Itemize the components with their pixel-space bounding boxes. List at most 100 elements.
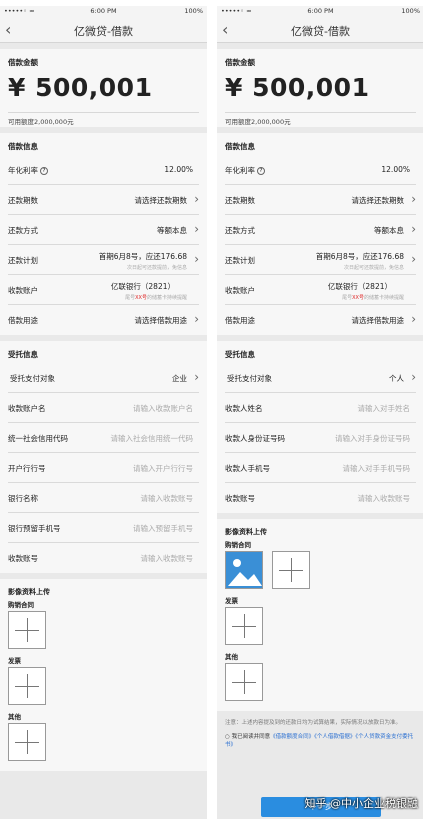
plan-label: 还款计划	[8, 256, 38, 265]
rate-label: 年化利率	[225, 166, 255, 175]
purpose-row[interactable]: 借款用途 请选择借款用途 ›	[8, 305, 199, 335]
term-row[interactable]: 还款期数 请选择还款期数 ›	[225, 185, 416, 215]
amount-title: 借款金额	[225, 58, 255, 67]
chevron-right-icon: ›	[194, 252, 199, 266]
rate-label: 年化利率	[8, 166, 38, 175]
upload-title: 影像资料上传	[225, 528, 267, 536]
loan-info-card: 借款信息 年化利率? 12.00% 还款期数 请选择还款期数 › 还款方式 等额…	[0, 133, 207, 335]
trustee-title: 受托信息	[225, 350, 255, 359]
trustee-target-row[interactable]: 受托支付对象 企业 ›	[8, 363, 199, 393]
page-title: 亿微贷-借款	[291, 25, 350, 38]
trustee-target-row[interactable]: 受托支付对象 个人 ›	[225, 363, 416, 393]
method-row[interactable]: 还款方式 等额本息 ›	[225, 215, 416, 245]
disclaimer-note: 注意：上述内容提及到的还款日均为试算结果，实际情况以放款日为准。	[225, 720, 402, 726]
form-row: 统一社会信用代码 请输入社会信用统一代码	[8, 423, 199, 453]
upload-invoice-button[interactable]	[8, 667, 46, 705]
agree-text: 我已阅读并同意	[231, 734, 271, 740]
plan-value: 首期6月8号，应还176.68	[315, 252, 404, 261]
upload-contract-label: 购销合同	[225, 541, 251, 549]
form-row: 收款人姓名 请输入对手姓名	[225, 393, 416, 423]
amount-card: 借款金额 ¥ 500,001 可用额度2,000,000元	[0, 49, 207, 127]
chevron-right-icon: ›	[411, 370, 416, 384]
text-input[interactable]: 请输入收款账号	[358, 493, 411, 504]
text-input[interactable]: 请输入对手手机号码	[343, 463, 411, 474]
text-input[interactable]: 请输入社会信用统一代码	[111, 433, 194, 444]
text-input[interactable]: 请输入收款账号	[141, 553, 194, 564]
field-label: 银行名称	[8, 494, 38, 503]
method-label: 还款方式	[225, 226, 255, 235]
plan-row[interactable]: 还款计划 首期6月8号，应还176.68 次日起可还款提前，免信息 ›	[225, 245, 416, 275]
agreement-row: ○ 我已阅读并同意《借款额度合同》《个人借款借据》《个人贷款资金支付委托书》	[217, 727, 423, 749]
chevron-right-icon: ›	[194, 312, 199, 326]
text-input[interactable]: 请输入收款账户名	[133, 403, 193, 414]
nav-bar: ‹ 亿微贷-借款	[217, 17, 423, 43]
upload-other-button[interactable]	[8, 723, 46, 761]
trustee-title: 受托信息	[8, 350, 38, 359]
account-value: 亿联银行（2821）	[110, 282, 175, 291]
term-label: 还款期数	[225, 196, 255, 205]
page-title: 亿微贷-借款	[74, 25, 133, 38]
rate-row: 年化利率? 12.00%	[225, 155, 416, 185]
purpose-value: 请选择借款用途	[351, 316, 405, 325]
field-label: 收款账户名	[8, 404, 46, 413]
trustee-target-value: 个人	[389, 374, 404, 383]
field-label: 银行预留手机号	[8, 524, 61, 533]
upload-card: 影像资料上传 购销合同 发票 其他	[0, 579, 207, 771]
text-input[interactable]: 请输入对手身份证号码	[335, 433, 410, 444]
method-row[interactable]: 还款方式 等额本息 ›	[8, 215, 199, 245]
loan-info-title: 借款信息	[8, 142, 38, 151]
upload-contract-label: 购销合同	[8, 601, 34, 609]
left-phone-screen: •••••◦ ≈ 6:00 PM 100% ‹ 亿微贷-借款 借款金额 ¥ 50…	[0, 6, 207, 819]
agree-checkbox[interactable]: ○	[225, 734, 230, 740]
method-label: 还款方式	[8, 226, 38, 235]
field-label: 收款人姓名	[225, 404, 263, 413]
field-label: 开户行行号	[8, 464, 46, 473]
battery-icon: 100%	[184, 7, 203, 15]
status-bar: •••••◦ ≈ 6:00 PM 100%	[217, 6, 423, 17]
available-limit: 可用额度2,000,000元	[8, 118, 74, 126]
chevron-right-icon: ›	[194, 370, 199, 384]
contract-link[interactable]: 《个人借款借据》	[314, 734, 355, 740]
status-time: 6:00 PM	[307, 7, 334, 15]
term-row[interactable]: 还款期数 请选择还款期数 ›	[8, 185, 199, 215]
purpose-label: 借款用途	[8, 316, 38, 325]
help-icon[interactable]: ?	[40, 167, 48, 175]
contract-link[interactable]: 《借款额度合同》	[270, 734, 314, 740]
upload-invoice-button[interactable]	[225, 607, 263, 645]
account-row: 收款账户 亿联银行（2821） 尾号XX号的储蓄卡持续提醒	[225, 275, 416, 305]
upload-other-button[interactable]	[225, 663, 263, 701]
method-value: 等额本息	[157, 226, 187, 235]
plan-label: 还款计划	[225, 256, 255, 265]
loan-amount-input[interactable]: ¥ 500,001	[8, 71, 199, 113]
field-label: 统一社会信用代码	[8, 434, 68, 443]
upload-contract-button[interactable]	[272, 551, 311, 589]
field-label: 收款账号	[225, 494, 255, 503]
chevron-right-icon: ›	[411, 252, 416, 266]
text-input[interactable]: 请输入预留手机号	[133, 523, 193, 534]
plan-row[interactable]: 还款计划 首期6月8号，应还176.68 次日起可还款提前，免信息 ›	[8, 245, 199, 275]
nav-bar: ‹ 亿微贷-借款	[0, 17, 207, 43]
field-label: 收款人身份证号码	[225, 434, 285, 443]
text-input[interactable]: 请输入对手姓名	[358, 403, 411, 414]
available-limit: 可用额度2,000,000元	[225, 118, 291, 126]
text-input[interactable]: 请输入开户行行号	[133, 463, 193, 474]
loan-info-title: 借款信息	[225, 142, 255, 151]
chevron-right-icon: ›	[194, 192, 199, 206]
rate-value: 12.00%	[381, 165, 410, 174]
right-phone-screen: •••••◦ ≈ 6:00 PM 100% ‹ 亿微贷-借款 借款金额 ¥ 50…	[217, 6, 423, 819]
form-row: 银行预留手机号 请输入预留手机号	[8, 513, 199, 543]
trustee-card: 受托信息 受托支付对象 个人 › 收款人姓名 请输入对手姓名 收款人身份证号码 …	[217, 341, 423, 513]
uploaded-image-thumbnail[interactable]	[225, 551, 263, 589]
upload-contract-button[interactable]	[8, 611, 46, 649]
rate-value: 12.00%	[164, 165, 193, 174]
loan-amount-input[interactable]: ¥ 500,001	[225, 71, 416, 113]
text-input[interactable]: 请输入收款账号	[141, 493, 194, 504]
account-label: 收款账户	[8, 286, 38, 295]
plan-value: 首期6月8号，应还176.68	[98, 252, 187, 261]
plan-sub: 次日起可还款提前，免信息	[126, 265, 187, 271]
account-row: 收款账户 亿联银行（2821） 尾号XX号的储蓄卡持续提醒	[8, 275, 199, 305]
chevron-right-icon: ›	[411, 222, 416, 236]
amount-card: 借款金额 ¥ 500,001 可用额度2,000,000元	[217, 49, 423, 127]
help-icon[interactable]: ?	[257, 167, 265, 175]
purpose-row[interactable]: 借款用途 请选择借款用途 ›	[225, 305, 416, 335]
